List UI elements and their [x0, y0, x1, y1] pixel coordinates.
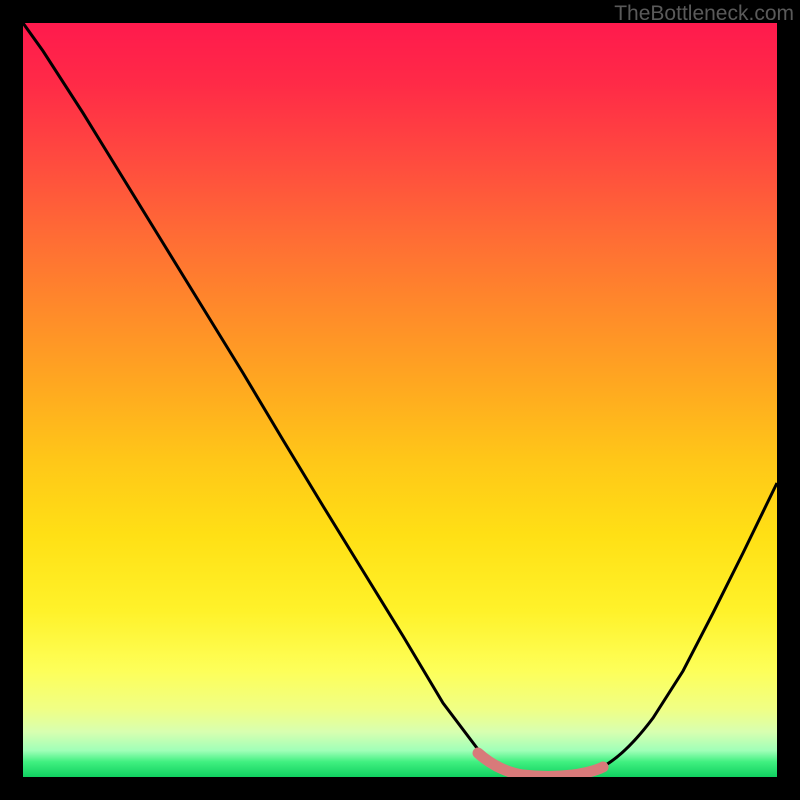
curve-flat-bottom [478, 753, 603, 777]
watermark-text: TheBottleneck.com [614, 2, 794, 26]
curve-bottleneck [23, 23, 777, 777]
chart-curves [23, 23, 777, 777]
chart-plot-area [23, 23, 777, 777]
